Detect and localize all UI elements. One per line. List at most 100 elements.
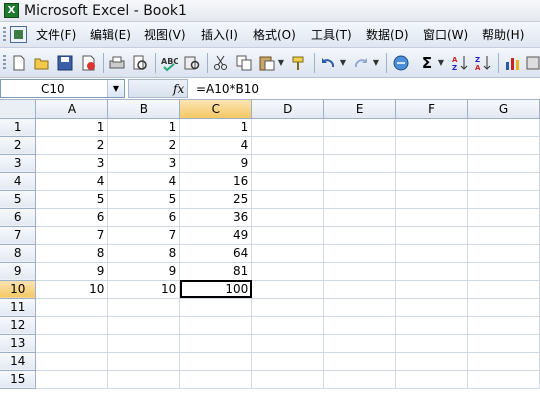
cell-c8[interactable]: 64	[179, 244, 253, 263]
cell-f9[interactable]	[395, 262, 469, 281]
cell-d15[interactable]	[251, 370, 325, 389]
paste-dropdown-icon[interactable]: ▼	[277, 54, 285, 72]
cell-d4[interactable]	[251, 172, 325, 191]
cell-d3[interactable]	[251, 154, 325, 173]
cell-a15[interactable]	[35, 370, 109, 389]
format-painter-icon[interactable]	[290, 54, 308, 72]
cell-g4[interactable]	[467, 172, 540, 191]
menu-data[interactable]: 数据(D)	[366, 27, 409, 43]
row-header[interactable]: 1	[0, 118, 37, 137]
cell-f11[interactable]	[395, 298, 469, 317]
cell-e8[interactable]	[323, 244, 397, 263]
menu-help[interactable]: 帮助(H)	[482, 27, 524, 43]
excel-app-icon[interactable]: X	[4, 3, 19, 18]
cell-b10[interactable]: 10	[107, 280, 181, 299]
row-header[interactable]: 4	[0, 172, 37, 191]
menu-file[interactable]: 文件(F)	[36, 27, 76, 43]
cell-c2[interactable]: 4	[179, 136, 253, 155]
cell-g14[interactable]	[467, 352, 540, 371]
cell-c6[interactable]: 36	[179, 208, 253, 227]
cell-c15[interactable]	[179, 370, 253, 389]
cell-g12[interactable]	[467, 316, 540, 335]
column-header-c[interactable]: C	[179, 100, 253, 119]
cell-f5[interactable]	[395, 190, 469, 209]
column-header-b[interactable]: B	[107, 100, 181, 119]
cell-g2[interactable]	[467, 136, 540, 155]
cell-f13[interactable]	[395, 334, 469, 353]
copy-icon[interactable]	[235, 54, 253, 72]
row-header[interactable]: 9	[0, 262, 37, 281]
cell-b15[interactable]	[107, 370, 181, 389]
cell-a1[interactable]: 1	[35, 118, 109, 137]
redo-icon[interactable]	[352, 54, 370, 72]
row-header[interactable]: 14	[0, 352, 37, 371]
column-header-d[interactable]: D	[251, 100, 325, 119]
row-header[interactable]: 6	[0, 208, 37, 227]
autosum-icon[interactable]: Σ	[418, 54, 436, 72]
cell-b13[interactable]	[107, 334, 181, 353]
permission-icon[interactable]	[79, 54, 97, 72]
menu-tools[interactable]: 工具(T)	[311, 27, 352, 43]
cell-d11[interactable]	[251, 298, 325, 317]
menu-edit[interactable]: 编辑(E)	[90, 27, 131, 43]
cut-icon[interactable]	[212, 54, 230, 72]
cell-e1[interactable]	[323, 118, 397, 137]
cell-a6[interactable]: 6	[35, 208, 109, 227]
row-header[interactable]: 3	[0, 154, 37, 173]
cell-e10[interactable]	[323, 280, 397, 299]
workbook-icon[interactable]	[10, 26, 27, 43]
cell-e3[interactable]	[323, 154, 397, 173]
menu-view[interactable]: 视图(V)	[144, 27, 186, 43]
cell-a14[interactable]	[35, 352, 109, 371]
cell-d1[interactable]	[251, 118, 325, 137]
toolbar-grip-icon[interactable]	[3, 55, 6, 71]
cell-g1[interactable]	[467, 118, 540, 137]
cell-a2[interactable]: 2	[35, 136, 109, 155]
undo-dropdown-icon[interactable]: ▼	[339, 54, 347, 72]
cell-f1[interactable]	[395, 118, 469, 137]
print-icon[interactable]	[108, 54, 126, 72]
cell-c10[interactable]: 100	[179, 280, 253, 299]
cell-c14[interactable]	[179, 352, 253, 371]
cell-g3[interactable]	[467, 154, 540, 173]
research-icon[interactable]	[183, 54, 201, 72]
row-header[interactable]: 13	[0, 334, 37, 353]
cell-b1[interactable]: 1	[107, 118, 181, 137]
cell-b6[interactable]: 6	[107, 208, 181, 227]
cell-b3[interactable]: 3	[107, 154, 181, 173]
cell-a8[interactable]: 8	[35, 244, 109, 263]
cell-c1[interactable]: 1	[179, 118, 253, 137]
open-icon[interactable]	[33, 54, 51, 72]
cell-e14[interactable]	[323, 352, 397, 371]
cell-f3[interactable]	[395, 154, 469, 173]
cell-a7[interactable]: 7	[35, 226, 109, 245]
row-header[interactable]: 10	[0, 280, 37, 299]
cell-c4[interactable]: 16	[179, 172, 253, 191]
cell-b12[interactable]	[107, 316, 181, 335]
cell-c13[interactable]	[179, 334, 253, 353]
cell-c3[interactable]: 9	[179, 154, 253, 173]
cell-b8[interactable]: 8	[107, 244, 181, 263]
spelling-icon[interactable]: ABC	[160, 54, 179, 72]
cell-e11[interactable]	[323, 298, 397, 317]
cell-a3[interactable]: 3	[35, 154, 109, 173]
menu-grip-icon[interactable]	[3, 27, 6, 43]
cell-g11[interactable]	[467, 298, 540, 317]
cell-g5[interactable]	[467, 190, 540, 209]
cell-f6[interactable]	[395, 208, 469, 227]
menu-format[interactable]: 格式(O)	[253, 27, 296, 43]
cell-b11[interactable]	[107, 298, 181, 317]
cell-f14[interactable]	[395, 352, 469, 371]
cell-e12[interactable]	[323, 316, 397, 335]
menu-window[interactable]: 窗口(W)	[423, 27, 468, 43]
cell-c5[interactable]: 25	[179, 190, 253, 209]
insert-function-icon[interactable]: fx	[173, 81, 184, 97]
cell-a13[interactable]	[35, 334, 109, 353]
cell-a5[interactable]: 5	[35, 190, 109, 209]
redo-dropdown-icon[interactable]: ▼	[372, 54, 380, 72]
row-header[interactable]: 2	[0, 136, 37, 155]
column-header-g[interactable]: G	[467, 100, 540, 119]
row-header[interactable]: 7	[0, 226, 37, 245]
save-icon[interactable]	[56, 54, 74, 72]
cell-g9[interactable]	[467, 262, 540, 281]
